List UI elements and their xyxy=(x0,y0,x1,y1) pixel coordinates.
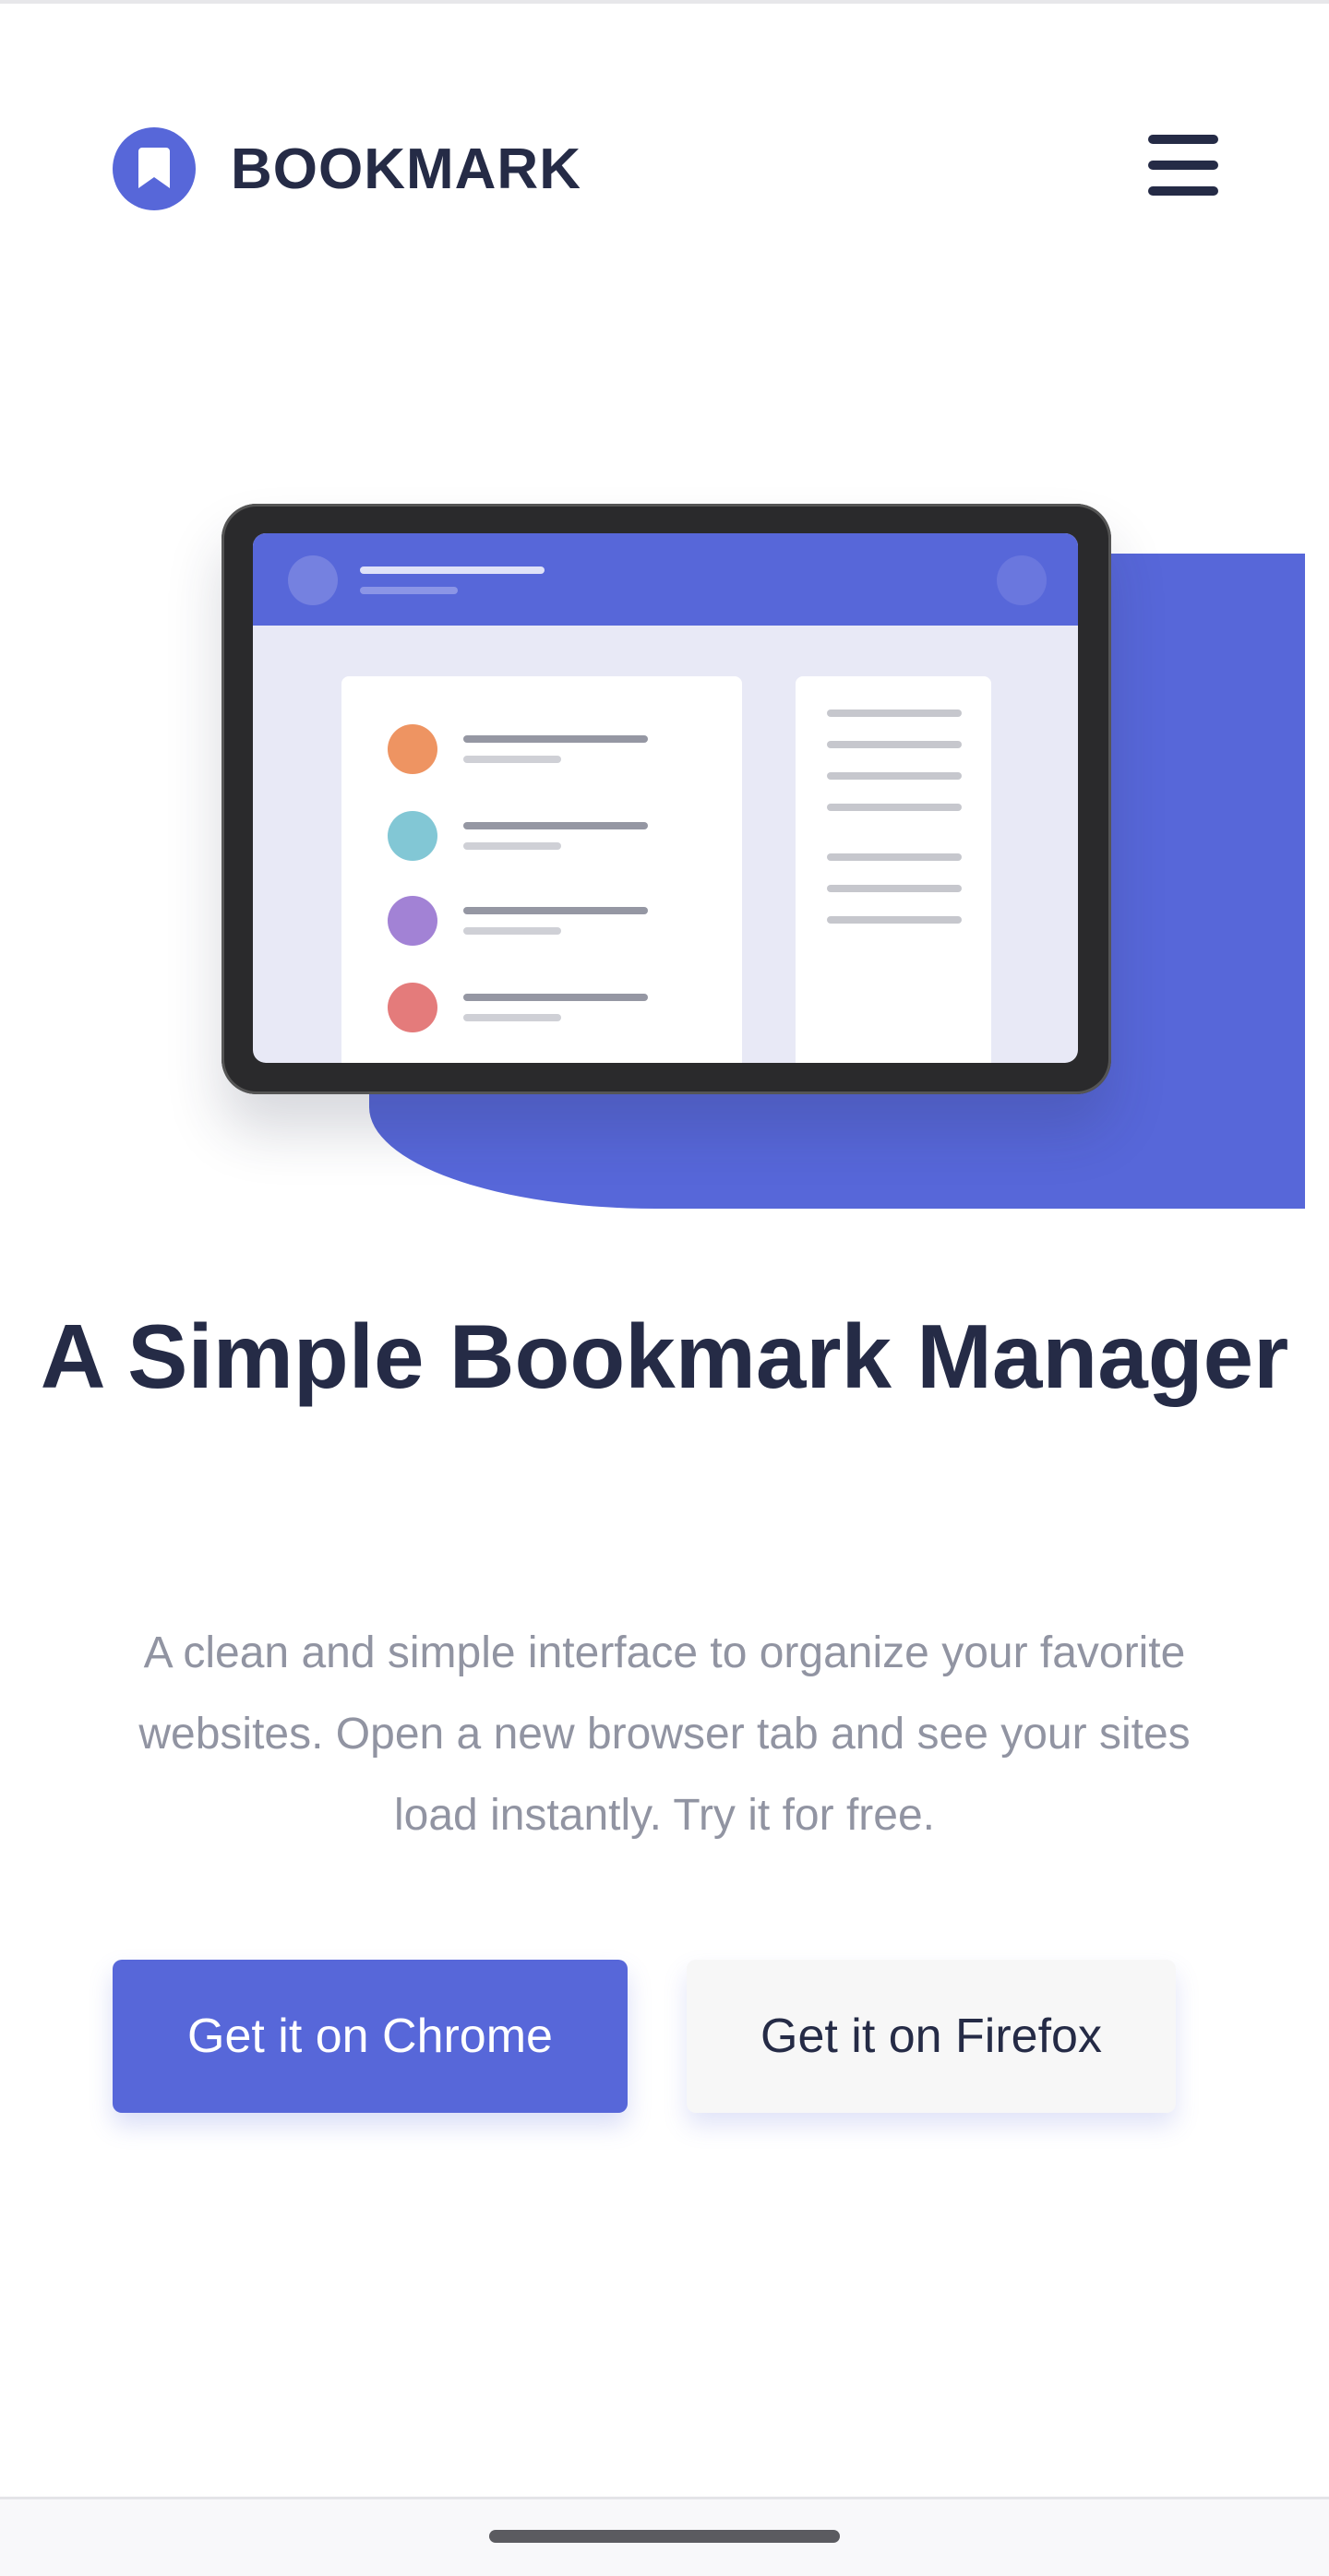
placeholder-line xyxy=(360,566,545,574)
bookmark-dot xyxy=(388,983,437,1032)
placeholder-line xyxy=(827,772,962,780)
placeholder-line xyxy=(827,885,962,892)
hero-tablet-illustration xyxy=(222,504,1111,1094)
bookmark-icon xyxy=(113,127,196,210)
top-divider xyxy=(0,0,1329,4)
placeholder-line xyxy=(463,927,561,935)
bookmark-dot xyxy=(388,896,437,946)
placeholder-line xyxy=(827,853,962,861)
bookmark-dot xyxy=(388,811,437,861)
placeholder-line xyxy=(827,916,962,924)
brand-logo[interactable]: BOOKMARK xyxy=(113,127,581,210)
placeholder-line xyxy=(463,994,648,1001)
placeholder-avatar xyxy=(288,555,338,605)
page: BOOKMARK A Simple Bookmark Manager A cle… xyxy=(0,0,1329,2576)
placeholder-line xyxy=(360,587,458,594)
placeholder-line xyxy=(463,822,648,829)
hamburger-menu-icon[interactable] xyxy=(1148,135,1218,196)
bookmark-dot xyxy=(388,724,437,774)
placeholder-line xyxy=(463,756,561,763)
placeholder-line xyxy=(463,842,561,850)
tablet-screen xyxy=(253,533,1078,1063)
menu-line xyxy=(1148,161,1218,170)
get-chrome-button[interactable]: Get it on Chrome xyxy=(113,1960,628,2113)
home-indicator[interactable] xyxy=(489,2530,840,2543)
page-title: A Simple Bookmark Manager xyxy=(40,1306,1289,1407)
placeholder-avatar xyxy=(997,555,1047,605)
placeholder-line xyxy=(827,804,962,811)
tablet-screen-header xyxy=(253,533,1078,626)
side-panel xyxy=(796,676,991,1063)
placeholder-line xyxy=(827,741,962,748)
menu-line xyxy=(1148,135,1218,144)
brand-name: BOOKMARK xyxy=(231,137,581,201)
placeholder-line xyxy=(463,735,648,743)
placeholder-line xyxy=(463,907,648,914)
placeholder-line xyxy=(827,710,962,717)
get-firefox-button[interactable]: Get it on Firefox xyxy=(687,1960,1176,2113)
hero-description: A clean and simple interface to organize… xyxy=(138,1628,1191,1840)
placeholder-line xyxy=(463,1014,561,1021)
menu-line xyxy=(1148,186,1218,196)
bookmark-list-panel xyxy=(341,676,742,1063)
